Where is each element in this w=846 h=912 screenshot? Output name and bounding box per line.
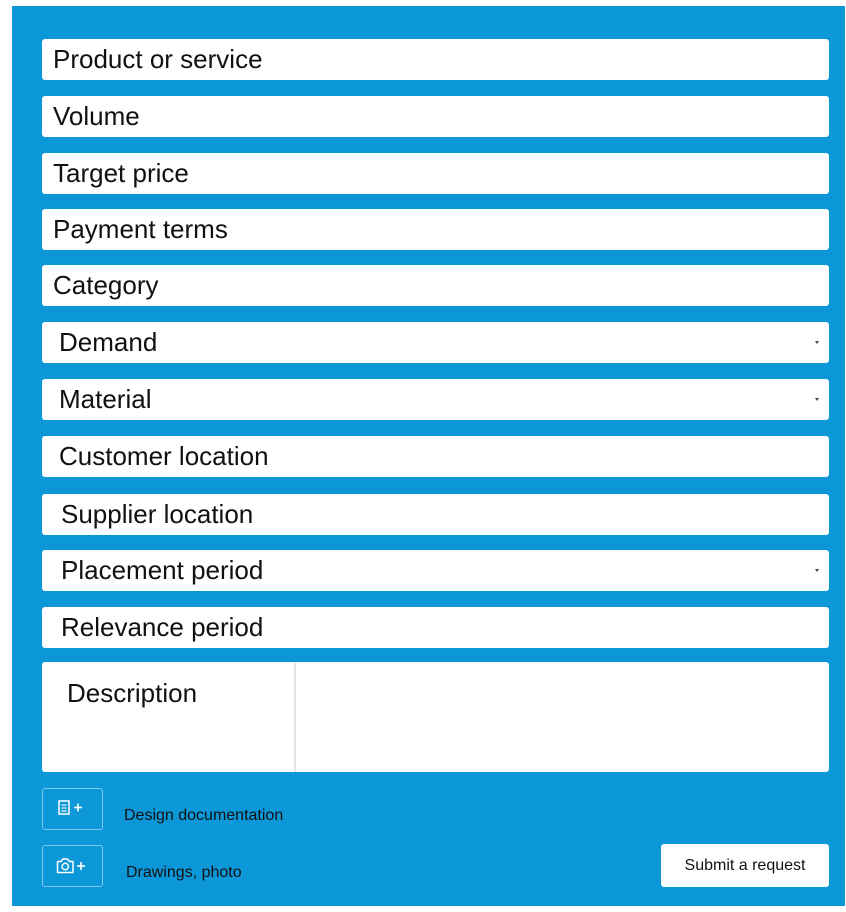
placement-period-select[interactable]: Placement period [42,550,829,591]
design-documentation-label: Design documentation [124,807,284,824]
material-label: Material [59,384,152,414]
chevron-down-icon [815,397,819,401]
demand-select[interactable]: Demand [42,322,829,363]
supplier-location-field[interactable]: Supplier location [42,494,829,535]
material-select[interactable]: Material [42,379,829,420]
relevance-period-field[interactable]: Relevance period [42,607,829,648]
description-textarea[interactable]: Description [42,662,829,772]
chevron-down-icon [815,340,819,344]
category-field[interactable]: Category [42,265,829,306]
customer-location-label: Customer location [59,441,269,471]
payment-terms-label: Payment terms [53,214,228,244]
customer-location-field[interactable]: Customer location [42,436,829,477]
document-plus-icon [57,800,82,815]
target-price-label: Target price [53,158,189,188]
product-or-service-label: Product or service [53,44,263,74]
submit-request-button[interactable]: Submit a request [661,844,829,887]
placement-period-label: Placement period [61,555,264,585]
category-label: Category [53,270,159,300]
description-divider [294,662,296,772]
volume-field[interactable]: Volume [42,96,829,137]
volume-label: Volume [53,101,140,131]
camera-plus-icon [56,858,85,874]
add-design-documentation-button[interactable] [42,788,103,830]
demand-label: Demand [59,327,158,357]
payment-terms-field[interactable]: Payment terms [42,209,829,250]
add-drawings-photo-button[interactable] [42,845,103,887]
supplier-location-label: Supplier location [61,499,254,529]
target-price-field[interactable]: Target price [42,153,829,194]
product-or-service-field[interactable]: Product or service [42,39,829,80]
relevance-period-label: Relevance period [61,612,264,642]
drawings-photo-label: Drawings, photo [126,864,242,881]
chevron-down-icon [815,568,819,572]
description-label: Description [67,678,198,708]
